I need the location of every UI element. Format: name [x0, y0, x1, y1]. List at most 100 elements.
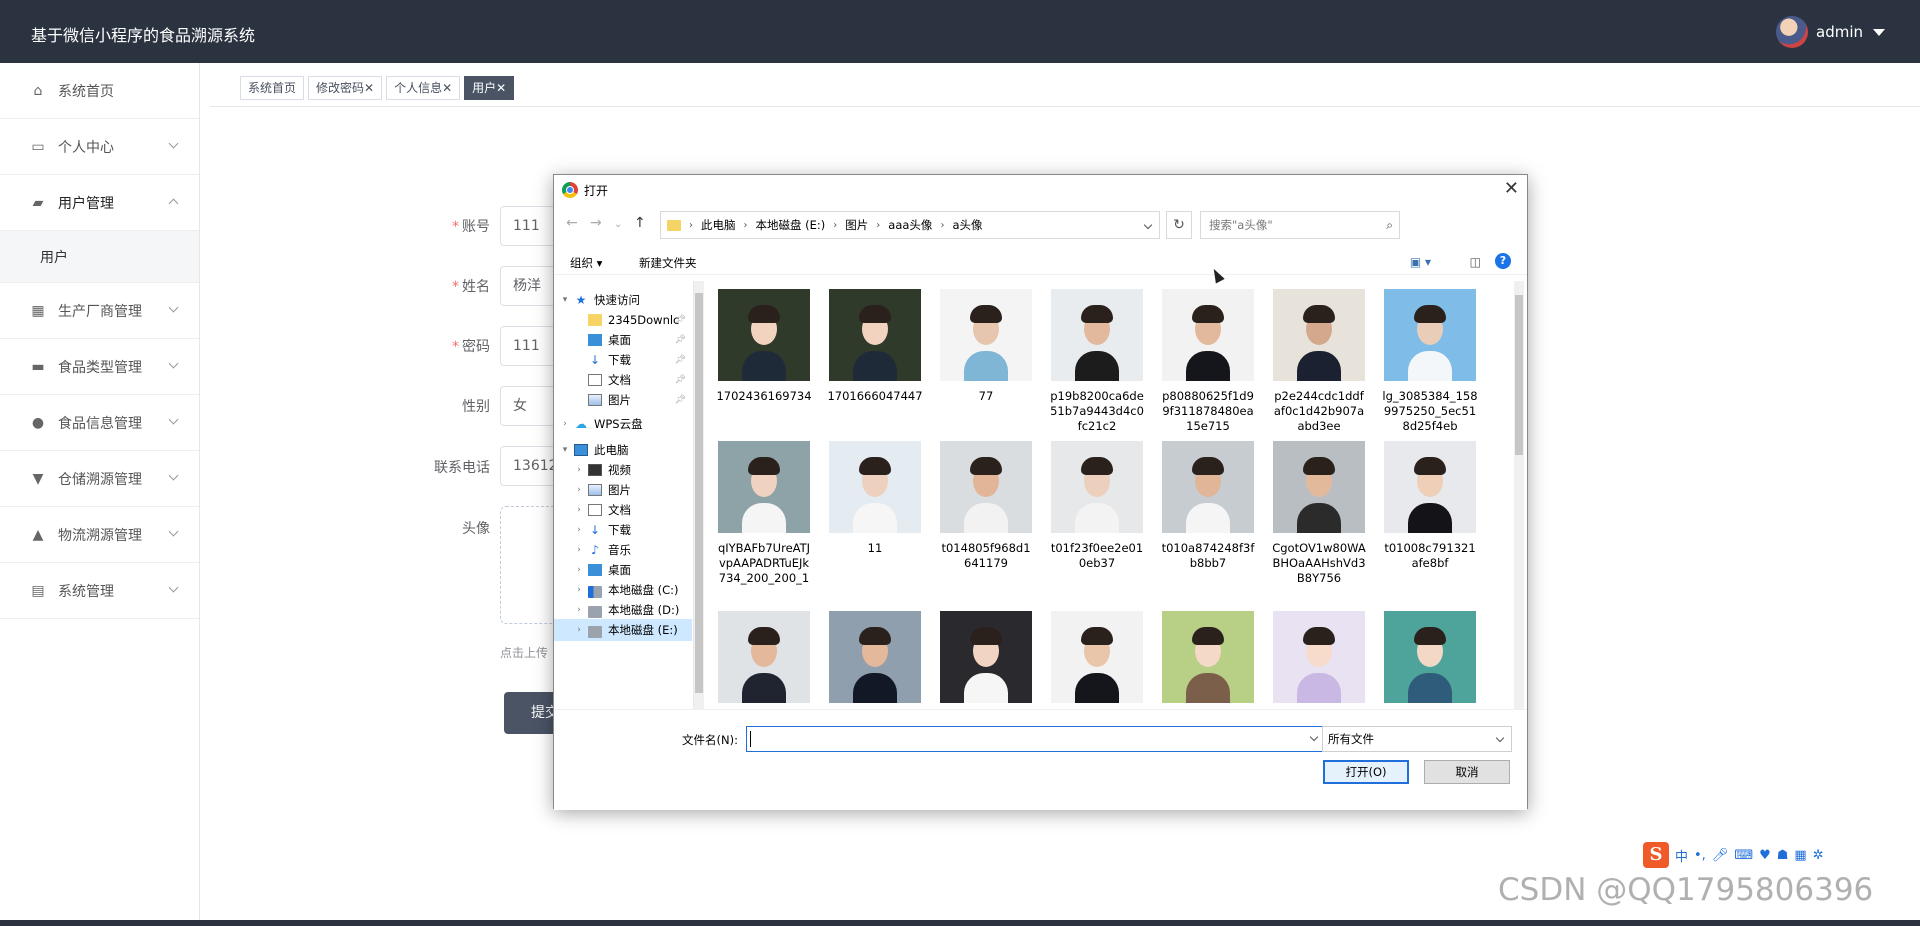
expand-right-icon[interactable]: › [572, 565, 586, 575]
search-input[interactable]: 搜索"a头像" ⌕ [1200, 211, 1400, 239]
nav-item[interactable]: 图片 📌︎ [554, 389, 692, 411]
sidebar-item-storage-trace[interactable]: ▼ 仓储溯源管理 [0, 451, 199, 507]
image-thumbnail[interactable] [718, 441, 810, 533]
file-item[interactable]: t01008c791321afe8bf [1380, 441, 1480, 571]
nav-item[interactable]: › ↓ 下载 [554, 519, 692, 541]
files-scrollbar-thumb[interactable] [1515, 295, 1523, 455]
up-arrow-icon[interactable]: ↑ [634, 215, 646, 231]
image-thumbnail[interactable] [1162, 611, 1254, 703]
preview-pane-icon[interactable]: ◫ [1470, 255, 1481, 269]
close-icon[interactable]: ✕ [1504, 179, 1519, 199]
nav-scrollbar-thumb[interactable] [695, 293, 703, 693]
image-thumbnail[interactable] [1273, 289, 1365, 381]
sidebar-subitem-user[interactable]: 用户 [0, 231, 199, 283]
nav-item[interactable]: 2345Downlc 📌︎ [554, 309, 692, 331]
sidebar-item-food-type[interactable]: ▬ 食品类型管理 [0, 339, 199, 395]
nav-item[interactable]: 文档 📌︎ [554, 369, 692, 391]
image-thumbnail[interactable] [940, 289, 1032, 381]
image-thumbnail[interactable] [1384, 611, 1476, 703]
breadcrumb-item[interactable]: 此电脑 [701, 217, 736, 233]
image-thumbnail[interactable] [1273, 611, 1365, 703]
new-folder-button[interactable]: 新建文件夹 [639, 255, 697, 271]
expand-down-icon[interactable]: ▾ [558, 445, 572, 455]
nav-item[interactable]: › ♪ 音乐 [554, 539, 692, 561]
filename-input[interactable] [746, 726, 1324, 752]
file-item[interactable]: 1701666047447 [825, 289, 925, 404]
image-thumbnail[interactable] [1273, 441, 1365, 533]
forward-arrow-icon[interactable]: → [590, 215, 602, 231]
expand-right-icon[interactable]: › [572, 625, 586, 635]
sidebar-item-home[interactable]: ⌂ 系统首页 [0, 63, 199, 119]
file-item[interactable]: lg_3085384_1589975250_5ec518d25f4eb [1380, 289, 1480, 434]
expand-right-icon[interactable]: › [572, 605, 586, 615]
image-thumbnail[interactable] [1051, 611, 1143, 703]
nav-item[interactable]: ↓ 下载 📌︎ [554, 349, 692, 371]
skin-icon[interactable]: ♥ [1759, 848, 1771, 863]
chevron-down-icon[interactable] [1309, 732, 1319, 742]
image-thumbnail[interactable] [1162, 289, 1254, 381]
sogou-logo-icon[interactable]: S [1643, 842, 1669, 868]
toolbox-icon[interactable]: ▦ [1794, 848, 1806, 863]
account-input[interactable]: 111 [500, 206, 560, 246]
files-scrollbar[interactable] [1514, 281, 1524, 709]
file-item[interactable]: qIYBAFb7UreATJvpAAPADRTuEJk734_200_200_1 [714, 441, 814, 586]
file-item[interactable]: t01f23f0ee2e010eb37 [1047, 441, 1147, 571]
nav-item[interactable]: 桌面 📌︎ [554, 329, 692, 351]
file-item[interactable]: p2e244cdc1ddfaf0c1d42b907aabd3ee [1269, 289, 1369, 434]
nav-scrollbar[interactable] [694, 281, 704, 709]
file-item[interactable]: small_ea9b2113 [1047, 611, 1147, 709]
nav-item[interactable]: › 文档 [554, 499, 692, 521]
microphone-icon[interactable]: 🎤︎ [1712, 848, 1729, 863]
ime-mode[interactable]: 中 [1675, 846, 1688, 865]
tab-user[interactable]: 用户✕ [464, 76, 515, 100]
tab-change-password[interactable]: 修改密码✕ [308, 76, 383, 100]
tab-personal-info[interactable]: 个人信息✕ [386, 76, 461, 100]
image-thumbnail[interactable] [829, 611, 921, 703]
expand-right-icon[interactable]: › [558, 419, 572, 429]
chevron-down-icon[interactable] [1143, 220, 1153, 230]
nav-item[interactable]: › 视频 [554, 459, 692, 481]
breadcrumb-item[interactable]: 本地磁盘 (E:) [756, 217, 826, 233]
avatar[interactable] [1776, 16, 1808, 48]
settings-icon[interactable]: ✲ [1813, 848, 1824, 863]
filetype-select[interactable]: 所有文件 [1322, 726, 1512, 752]
game-icon[interactable]: ☗ [1777, 848, 1789, 863]
file-item[interactable]: Ciqah158n_iAU [714, 611, 814, 709]
image-thumbnail[interactable] [1384, 441, 1476, 533]
image-thumbnail[interactable] [1051, 289, 1143, 381]
expand-right-icon[interactable]: › [572, 585, 586, 595]
nav-item[interactable]: › 图片 [554, 479, 692, 501]
image-thumbnail[interactable] [718, 611, 810, 703]
breadcrumb-item[interactable]: 图片 [845, 217, 868, 233]
expand-right-icon[interactable]: › [572, 465, 586, 475]
address-bar[interactable]: › 此电脑 › 本地磁盘 (E:) › 图片 › aaa头像 › a头像 [660, 211, 1160, 239]
file-item[interactable]: t01cf131fca0a8 [936, 611, 1036, 709]
refresh-icon[interactable]: ↻ [1166, 211, 1192, 239]
name-input[interactable]: 杨洋 [500, 266, 560, 306]
image-thumbnail[interactable] [829, 441, 921, 533]
punctuation-icon[interactable]: •, [1694, 848, 1706, 863]
image-thumbnail[interactable] [1384, 289, 1476, 381]
file-item[interactable]: t010a874248f3fb8bb7 [1158, 441, 1258, 571]
sidebar-item-user-management[interactable]: ▰ 用户管理 [0, 175, 199, 231]
nav-item[interactable]: ▾ ★ 快速访问 [554, 289, 692, 311]
nav-item[interactable]: › 本地磁盘 (C:) [554, 579, 692, 601]
nav-item[interactable]: ▾ 此电脑 [554, 439, 692, 461]
file-item[interactable]: CgotOV1w80WABHOaAAHshVd3B8Y756 [1269, 441, 1369, 586]
nav-item[interactable]: › ☁ WPS云盘 [554, 413, 692, 435]
image-thumbnail[interactable] [1162, 441, 1254, 533]
file-item[interactable]: t01406c7e42c5 [1158, 611, 1258, 709]
breadcrumb-item[interactable]: a头像 [952, 217, 982, 233]
image-thumbnail[interactable] [940, 611, 1032, 703]
open-button[interactable]: 打开(O) [1323, 760, 1409, 784]
image-thumbnail[interactable] [940, 441, 1032, 533]
breadcrumb-item[interactable]: aaa头像 [888, 217, 932, 233]
organize-menu[interactable]: 组织 ▾ [570, 255, 602, 271]
expand-right-icon[interactable]: › [572, 485, 586, 495]
sidebar-item-food-info[interactable]: ● 食品信息管理 [0, 395, 199, 451]
tab-home[interactable]: 系统首页 [240, 76, 305, 100]
expand-down-icon[interactable]: ▾ [558, 295, 572, 305]
nav-item[interactable]: › 桌面 [554, 559, 692, 581]
username[interactable]: admin [1816, 23, 1863, 41]
gender-select[interactable]: 女 [500, 386, 560, 426]
